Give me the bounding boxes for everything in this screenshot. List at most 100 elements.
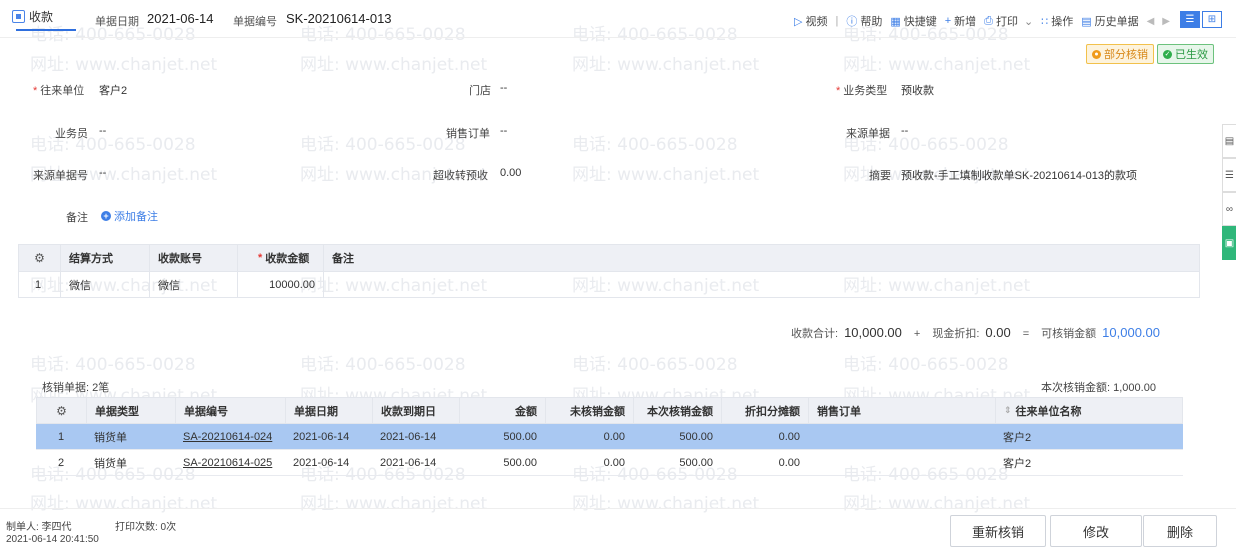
unverified-cell: 0.00 xyxy=(603,456,625,469)
attachment-icon[interactable]: ∞ xyxy=(1222,192,1236,226)
equals-sign: = xyxy=(1022,328,1030,340)
verifiable-value: 10,000.00 xyxy=(1102,325,1160,340)
salesman-value[interactable]: -- xyxy=(99,125,106,137)
gear-icon: ⚙ xyxy=(34,251,45,265)
doc-panel-icon[interactable]: ▤ xyxy=(1222,124,1236,158)
biz-type-label: * 业务类型 xyxy=(836,85,888,97)
table-row[interactable]: 1 微信 微信 10000.00 xyxy=(18,272,1200,298)
column-settings-button[interactable]: ⚙ xyxy=(19,245,61,271)
row-index: 2 xyxy=(58,456,65,469)
watermark-phone: 电话: 400-665-0028 xyxy=(30,355,196,375)
column-header: 本次核销金额 xyxy=(634,398,722,423)
salesman-label: 业务员 xyxy=(55,128,88,140)
this-verify-cell[interactable]: 500.00 xyxy=(633,424,721,449)
column-header: 单据日期 xyxy=(286,398,373,423)
amount-cell: 500.00 xyxy=(503,430,537,443)
doc-code-link[interactable]: SA-20210614-025 xyxy=(175,450,285,475)
print-count: 打印次数: 0次 xyxy=(115,522,177,533)
column-header: 收款到期日 xyxy=(373,398,460,423)
payment-table: ⚙ 结算方式 收款账号 * 收款金额 备注 1 微信 微信 10000.00 xyxy=(18,244,1200,298)
source-no-value[interactable]: -- xyxy=(99,167,106,179)
doc-code-link[interactable]: SA-20210614-024 xyxy=(175,424,285,449)
table-row[interactable]: 1 销货单 SA-20210614-024 2021-06-14 2021-06… xyxy=(36,424,1183,450)
column-header: 收款账号 xyxy=(150,245,238,271)
this-verify-cell[interactable]: 500.00 xyxy=(633,450,721,475)
over-receipt-value[interactable]: 0.00 xyxy=(500,167,521,179)
sortable-column-header[interactable]: ⇕ 往来单位名称 xyxy=(996,398,1182,423)
watermark-phone: 电话: 400-665-0028 xyxy=(572,355,738,375)
date-cell: 2021-06-14 xyxy=(293,430,350,443)
maker-info: 制单人: 李四代 xyxy=(6,522,72,533)
plus-circle-icon: + xyxy=(101,211,111,221)
sales-order-cell xyxy=(808,450,995,475)
delete-button[interactable]: 删除 xyxy=(1143,515,1217,547)
add-note-label: 添加备注 xyxy=(114,211,158,223)
list-panel-icon[interactable]: ☰ xyxy=(1222,158,1236,192)
cash-discount-value: 0.00 xyxy=(985,325,1011,340)
add-note-button[interactable]: + 添加备注 xyxy=(101,208,158,224)
side-tools: ▤ ☰ ∞ ▣ xyxy=(1222,124,1236,260)
watermark-phone: 电话: 400-665-0028 xyxy=(300,355,466,375)
table-row[interactable]: 2 销货单 SA-20210614-025 2021-06-14 2021-06… xyxy=(36,450,1183,476)
over-receipt-label: 超收转预收 xyxy=(433,170,488,182)
column-header: 备注 xyxy=(332,253,354,265)
note-label: 备注 xyxy=(66,212,88,224)
amount-cell[interactable]: 10000.00 xyxy=(238,272,324,297)
due-date-cell: 2021-06-14 xyxy=(380,456,437,469)
partner-value[interactable]: 客户2 xyxy=(99,82,127,98)
watermark-phone: 电话: 400-665-0028 xyxy=(843,355,1009,375)
verification-count: 核销单据: 2笔 xyxy=(42,382,110,394)
discount-cell: 0.00 xyxy=(778,430,800,443)
row-index: 1 xyxy=(58,430,65,443)
footer: 制单人: 李四代 打印次数: 0次 2021-06-14 20:41:50 重新… xyxy=(0,508,1236,547)
plus-sign: + xyxy=(913,328,921,340)
column-header: 结算方式 xyxy=(61,245,150,271)
form-area: * 往来单位 客户2 门店 -- * 业务类型 预收款 业务员 -- 销售订单 --… xyxy=(0,0,1236,240)
cash-discount-label: 现金折扣: xyxy=(932,328,980,340)
row-index: 1 xyxy=(19,272,61,297)
verifiable-label: 可核销金额 xyxy=(1041,328,1097,340)
account-cell[interactable]: 微信 xyxy=(150,272,238,297)
column-header: 单据类型 xyxy=(87,398,176,423)
column-settings-button[interactable]: ⚙ xyxy=(37,398,87,423)
partner-label: * 往来单位 xyxy=(33,85,85,97)
sales-order-value[interactable]: -- xyxy=(500,125,507,137)
gear-icon: ⚙ xyxy=(56,403,67,418)
unverified-cell: 0.00 xyxy=(603,430,625,443)
column-header: 折扣分摊额 xyxy=(722,398,809,423)
partner-cell: 客户2 xyxy=(1003,457,1032,470)
discount-cell: 0.00 xyxy=(778,456,800,469)
source-doc-label: 来源单据 xyxy=(846,128,890,140)
reverify-button[interactable]: 重新核销 xyxy=(950,515,1046,547)
column-header: * 收款金额 xyxy=(238,245,324,271)
date-cell: 2021-06-14 xyxy=(293,456,350,469)
biz-type-value[interactable]: 预收款 xyxy=(901,82,934,98)
amount-cell: 500.00 xyxy=(503,456,537,469)
verification-table: ⚙ 单据类型 单据编号 单据日期 收款到期日 金额 未核销金额 本次核销金额 折… xyxy=(36,397,1183,476)
sales-order-cell xyxy=(808,424,995,449)
this-verify-amount: 本次核销金额: 1,000.00 xyxy=(1041,382,1156,394)
method-cell[interactable]: 微信 xyxy=(61,272,150,297)
summary-value[interactable]: 预收款-手工填制收款单SK-20210614-013的款项 xyxy=(901,167,1137,183)
type-cell: 销货单 xyxy=(94,457,127,470)
store-label: 门店 xyxy=(469,85,491,97)
column-header: 单据编号 xyxy=(176,398,286,423)
payment-table-header: ⚙ 结算方式 收款账号 * 收款金额 备注 xyxy=(18,244,1200,272)
sales-order-label: 销售订单 xyxy=(446,128,490,140)
store-value[interactable]: -- xyxy=(500,82,507,94)
sort-icon: ⇕ xyxy=(1004,405,1012,415)
collect-total-value: 10,000.00 xyxy=(844,325,902,340)
type-cell: 销货单 xyxy=(94,431,127,444)
due-date-cell: 2021-06-14 xyxy=(380,430,437,443)
column-header: 销售订单 xyxy=(809,398,996,423)
collect-total-label: 收款合计: xyxy=(791,328,839,340)
summary-label: 摘要 xyxy=(869,170,891,182)
note-cell[interactable] xyxy=(324,272,1199,297)
column-header: 未核销金额 xyxy=(546,398,634,423)
verification-table-header: ⚙ 单据类型 单据编号 单据日期 收款到期日 金额 未核销金额 本次核销金额 折… xyxy=(36,397,1183,424)
created-timestamp: 2021-06-14 20:41:50 xyxy=(6,534,99,545)
modify-button[interactable]: 修改 xyxy=(1050,515,1142,547)
image-panel-icon[interactable]: ▣ xyxy=(1222,226,1236,260)
source-doc-value[interactable]: -- xyxy=(901,125,908,137)
partner-cell: 客户2 xyxy=(1003,431,1032,444)
